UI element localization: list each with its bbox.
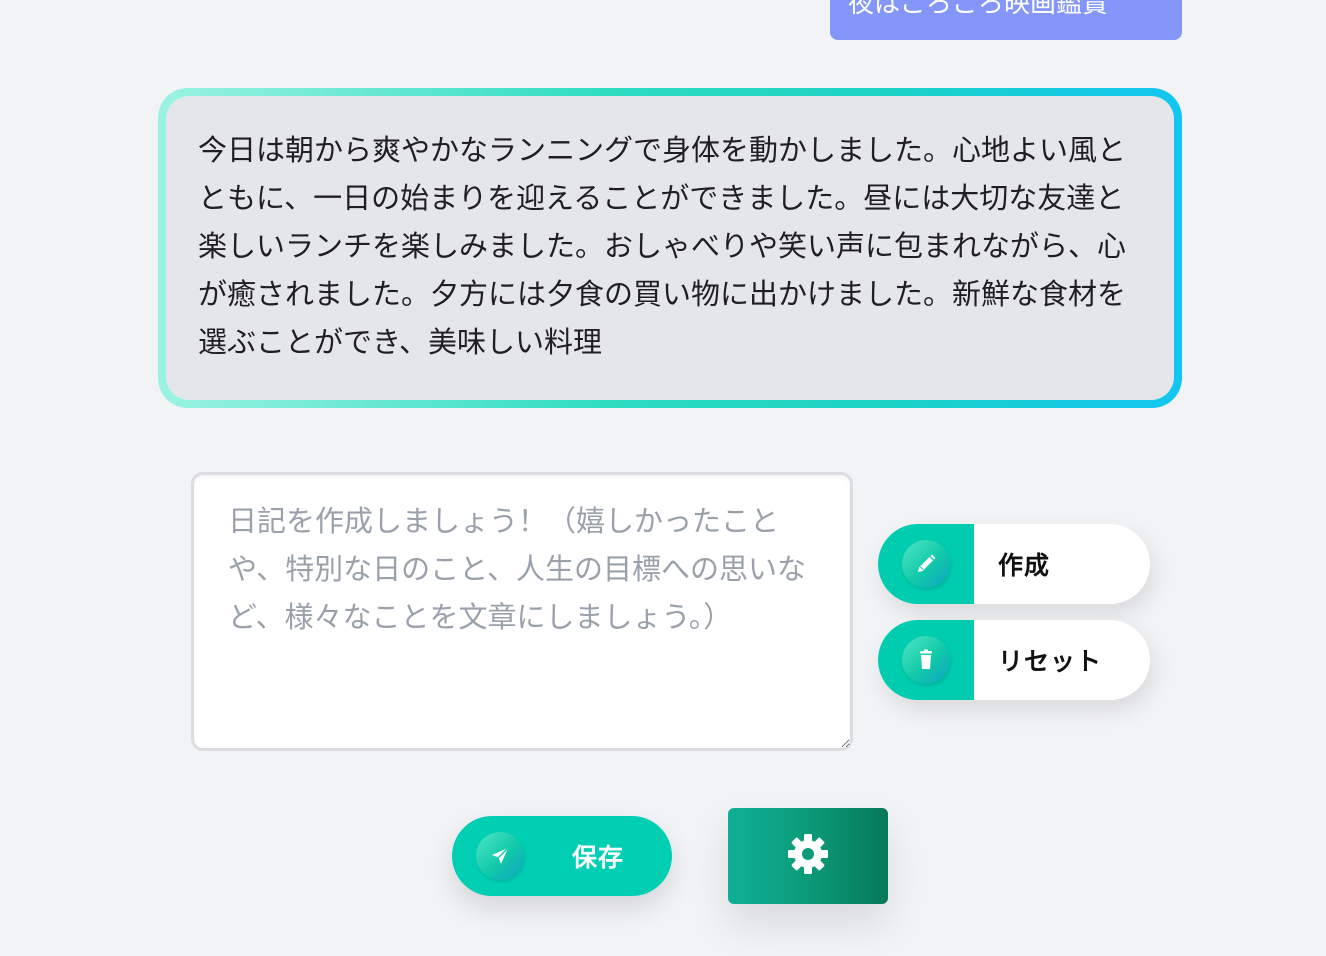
- settings-button[interactable]: [728, 808, 888, 904]
- pencil-icon: [902, 540, 950, 588]
- gear-icon: [787, 833, 829, 879]
- diary-input[interactable]: [191, 472, 853, 751]
- reset-button-label: リセット: [998, 647, 1103, 676]
- save-button-label: 保存: [572, 843, 625, 872]
- generated-diary-frame: 今日は朝から爽やかなランニングで身体を動かしました。心地よい風とともに、一日の始…: [158, 88, 1182, 408]
- save-button[interactable]: 保存: [452, 816, 672, 896]
- create-button[interactable]: 作成: [878, 524, 1150, 604]
- send-icon: [476, 832, 524, 880]
- reset-icon-block: [878, 620, 974, 700]
- user-message-bubble: 夜はごろごろ映画鑑賞: [830, 0, 1182, 40]
- trash-icon: [902, 636, 950, 684]
- diary-app: 夜はごろごろ映画鑑賞 今日は朝から爽やかなランニングで身体を動かしました。心地よ…: [0, 0, 1326, 956]
- create-icon-block: [878, 524, 974, 604]
- reset-button[interactable]: リセット: [878, 620, 1150, 700]
- user-message-text: 夜はごろごろ映画鑑賞: [848, 0, 1109, 19]
- create-button-label: 作成: [998, 551, 1051, 580]
- generated-diary-text: 今日は朝から爽やかなランニングで身体を動かしました。心地よい風とともに、一日の始…: [166, 96, 1174, 400]
